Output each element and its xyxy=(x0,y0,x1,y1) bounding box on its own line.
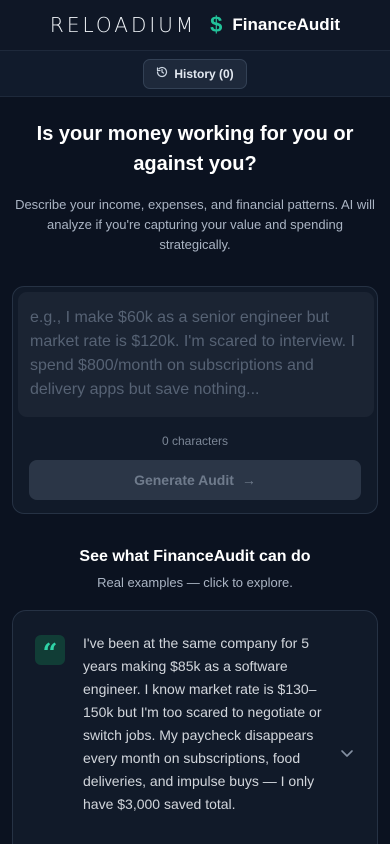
history-button[interactable]: History (0) xyxy=(143,58,247,89)
examples-title: See what FinanceAudit can do xyxy=(79,548,311,565)
character-count: 0 characters xyxy=(161,434,229,448)
example-text: I've been at the same company for 5 year… xyxy=(83,635,322,812)
examples-section: See what FinanceAudit can do Real exampl… xyxy=(0,548,390,590)
app-name: FinanceAudit xyxy=(232,15,341,34)
example-card[interactable]: “ I've been at the same company for 5 ye… xyxy=(12,610,378,844)
input-card: 0 characters Generate Audit → xyxy=(12,286,378,514)
history-label: History (0) xyxy=(174,66,234,81)
top-bar: RELOADIUM $ FinanceAudit xyxy=(0,0,390,51)
page-subtitle: Describe your income, expenses, and fina… xyxy=(15,197,375,252)
logo: RELOADIUM xyxy=(49,13,197,37)
arrow-right-icon: → xyxy=(241,472,256,488)
history-bar: History (0) xyxy=(0,51,390,97)
chevron-down-icon[interactable] xyxy=(339,745,355,761)
generate-audit-button[interactable]: Generate Audit → xyxy=(29,460,361,500)
hero: Is your money working for you or against… xyxy=(0,97,390,255)
examples-subtitle: Real examples — click to explore. xyxy=(97,575,293,590)
quote-icon: “ xyxy=(35,635,65,667)
history-icon xyxy=(156,66,168,81)
description-input[interactable] xyxy=(18,292,374,417)
generate-audit-label: Generate Audit xyxy=(134,472,234,488)
dollar-icon: $ xyxy=(210,12,223,37)
page-title: Is your money working for you or against… xyxy=(36,123,354,175)
